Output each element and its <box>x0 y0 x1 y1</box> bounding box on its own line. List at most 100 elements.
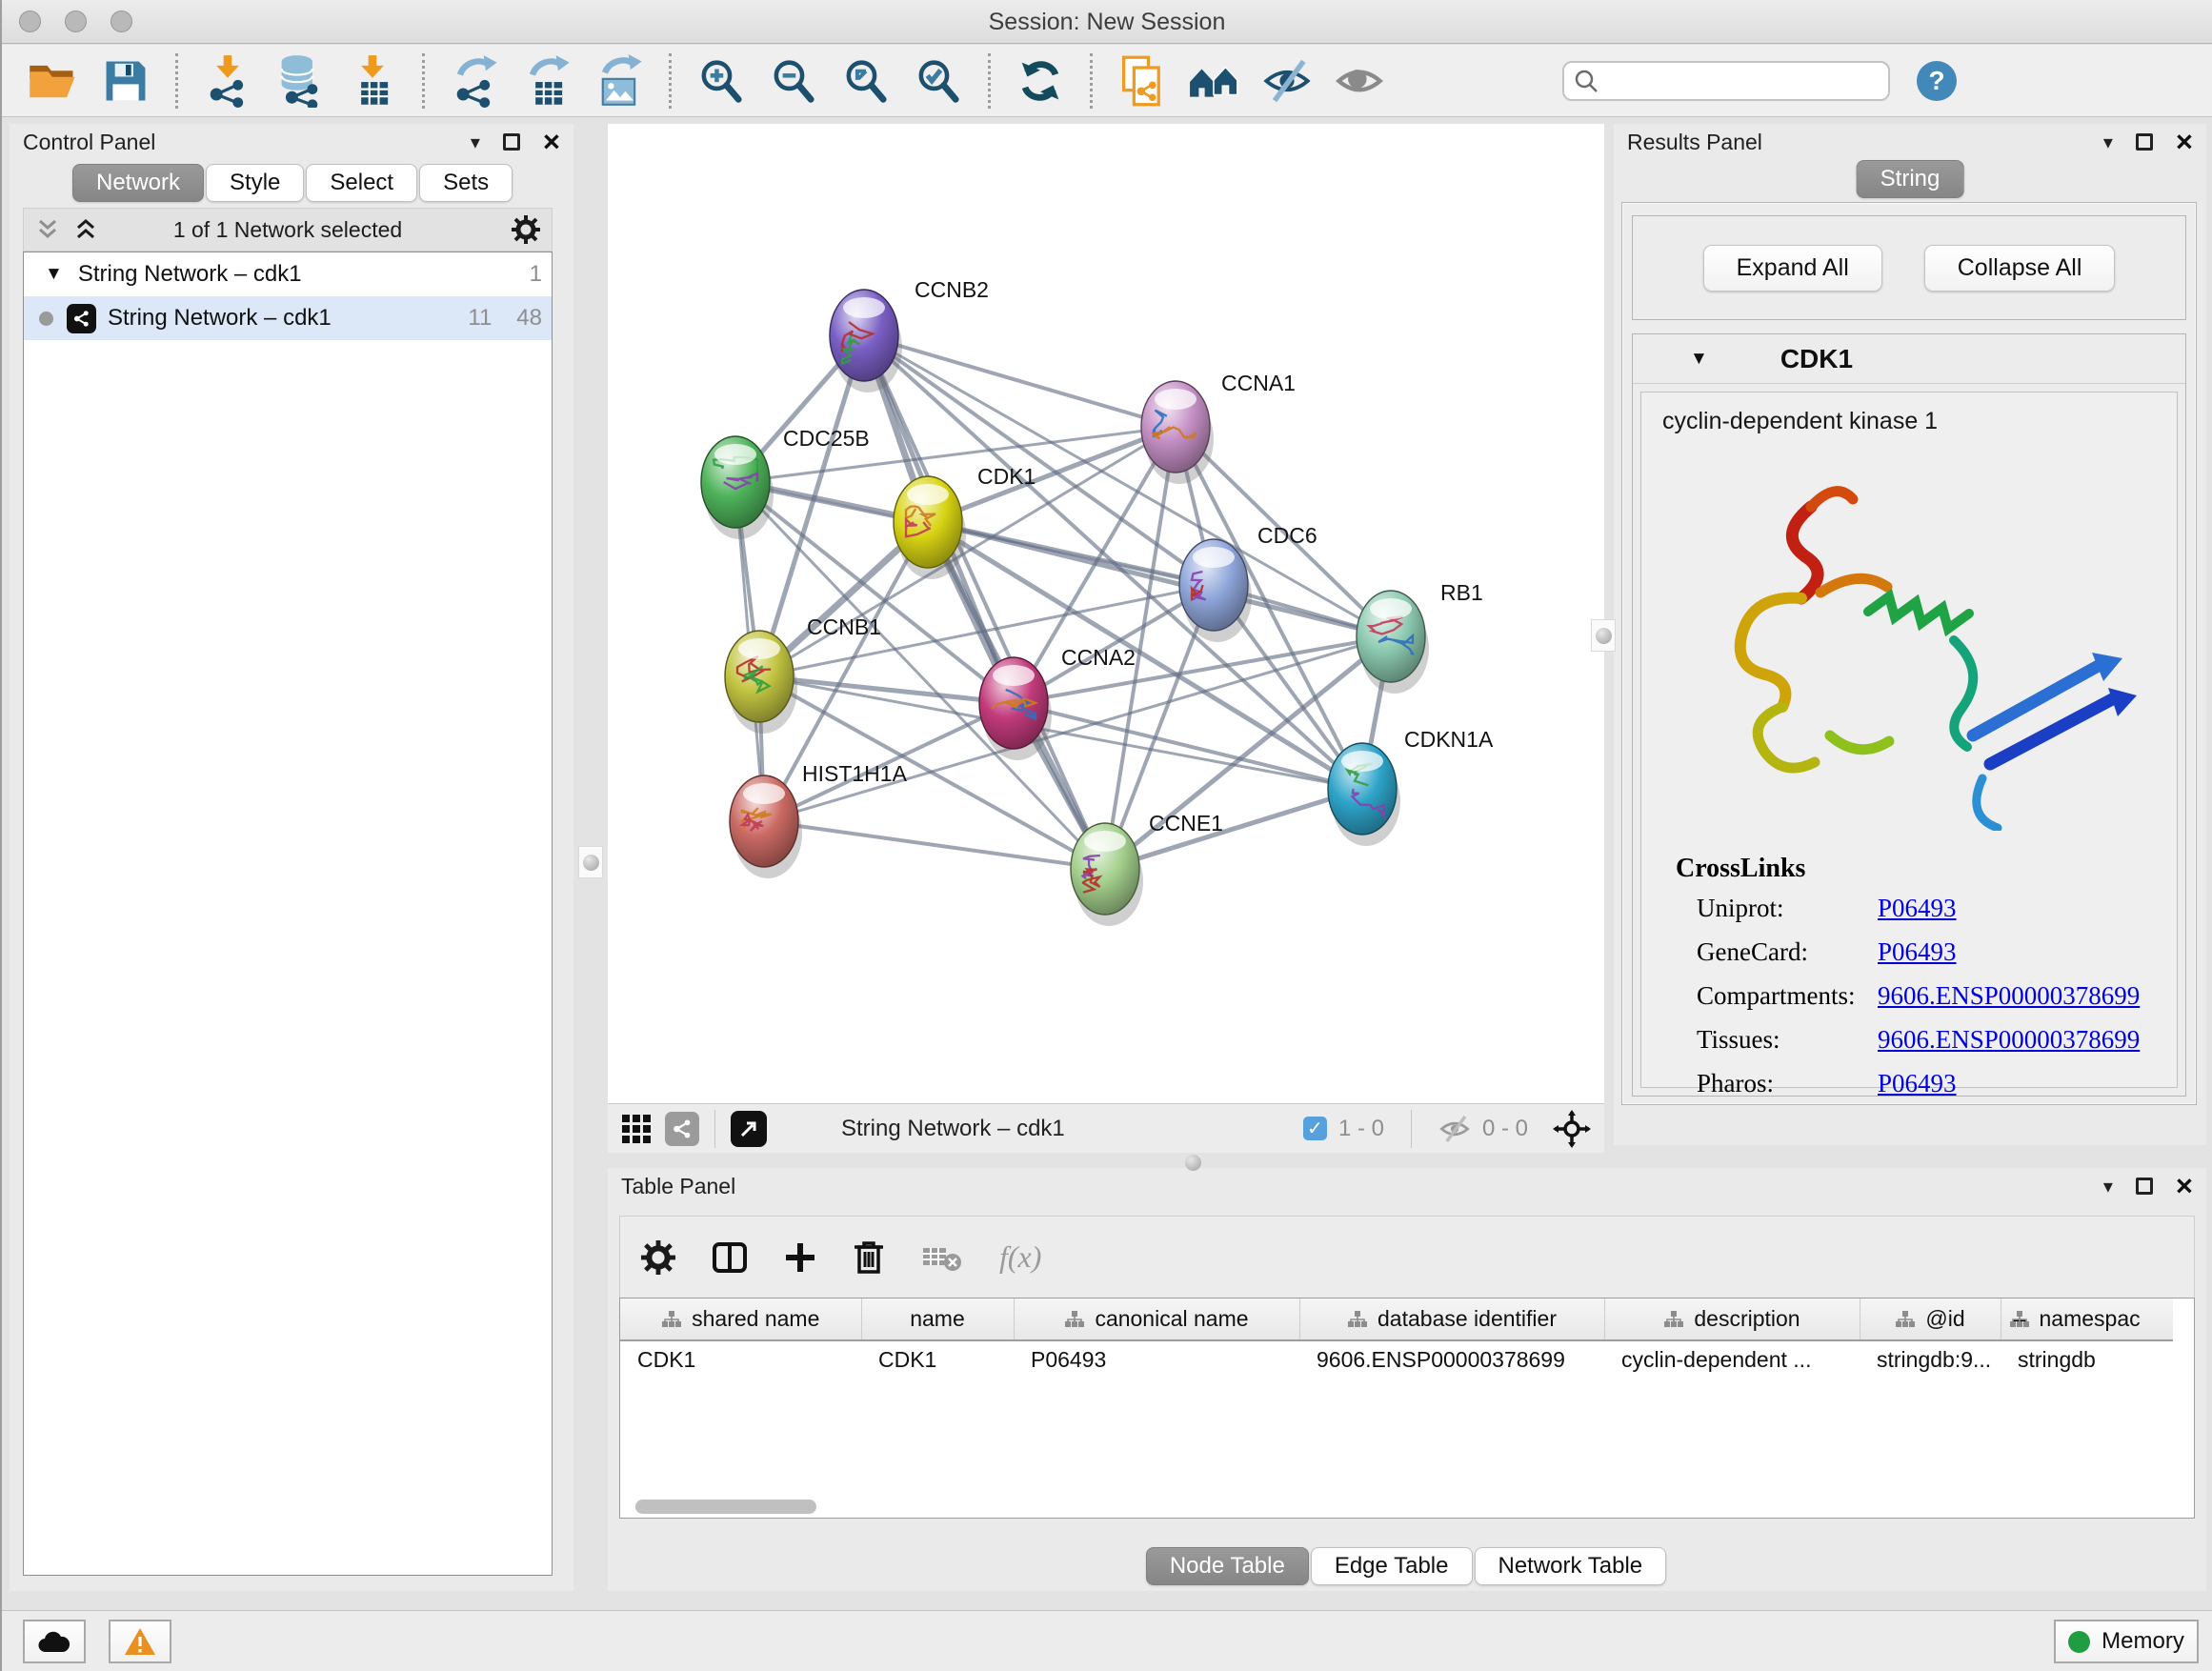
col-description[interactable]: description <box>1604 1299 1860 1340</box>
export-network-button[interactable] <box>445 51 504 111</box>
save-session-button[interactable] <box>96 51 155 111</box>
collection-count: 1 <box>530 261 542 288</box>
network-edge-CCNB2-CCNA1[interactable] <box>864 335 1176 427</box>
cell-shared-name[interactable]: CDK1 <box>620 1340 861 1379</box>
cell-id[interactable]: stringdb:9... <box>1860 1340 2001 1379</box>
cell-namespace[interactable]: stringdb <box>2001 1340 2173 1379</box>
grid-view-icon[interactable] <box>621 1114 652 1144</box>
panel-menu-icon[interactable]: ▾ <box>2103 1175 2113 1198</box>
panel-menu-icon[interactable]: ▾ <box>2103 131 2113 154</box>
left-splitter-handle[interactable] <box>578 846 603 878</box>
network-canvas[interactable]: CCNB2CCNA1CDC25BCDK1CDC6RB1CCNB1CCNA2CDK… <box>608 124 1604 1103</box>
tab-network[interactable]: Network <box>72 164 204 202</box>
tab-edge-table[interactable]: Edge Table <box>1311 1547 1473 1585</box>
export-image-button[interactable] <box>590 51 649 111</box>
cell-database-identifier[interactable]: 9606.ENSP00000378699 <box>1299 1340 1604 1379</box>
tree-expander-icon[interactable]: ▼ <box>45 264 63 285</box>
table-row[interactable]: CDK1 CDK1 P06493 9606.ENSP00000378699 cy… <box>620 1340 2173 1379</box>
panel-float-icon[interactable] <box>2136 133 2153 151</box>
minimize-window-button[interactable] <box>65 10 87 32</box>
refresh-layout-button[interactable] <box>1011 51 1070 111</box>
panel-menu-icon[interactable]: ▾ <box>471 131 480 154</box>
import-network-database-button[interactable] <box>271 51 330 111</box>
panel-close-icon[interactable]: × <box>2176 133 2193 151</box>
first-neighbors-button[interactable] <box>1185 51 1244 111</box>
network-node-CCNE1[interactable]: CCNE1 <box>1071 811 1223 926</box>
detach-view-icon[interactable] <box>731 1111 767 1147</box>
network-node-RB1[interactable]: RB1 <box>1357 580 1483 694</box>
cloud-status-button[interactable] <box>23 1620 86 1663</box>
memory-button[interactable]: Memory <box>2054 1620 2199 1663</box>
crosslink-tissues[interactable]: 9606.ENSP00000378699 <box>1878 1025 2140 1055</box>
crosslinks-title: CrossLinks <box>1676 854 1805 884</box>
network-edge-CCNE1-HIST1H1A[interactable] <box>764 821 1105 869</box>
crosslink-compartments[interactable]: 9606.ENSP00000378699 <box>1878 981 2140 1011</box>
network-list-toolbar: 1 of 1 Network selected <box>23 208 553 252</box>
help-button[interactable]: ? <box>1917 61 1957 101</box>
open-session-button[interactable] <box>24 51 83 111</box>
collapse-all-button[interactable]: Collapse All <box>1924 245 2116 292</box>
cell-description[interactable]: cyclin-dependent ... <box>1604 1340 1860 1379</box>
tab-node-table[interactable]: Node Table <box>1146 1547 1309 1585</box>
pan-crosshair-icon[interactable] <box>1553 1110 1591 1148</box>
col-name[interactable]: name <box>861 1299 1014 1340</box>
add-column-icon[interactable] <box>784 1241 816 1274</box>
network-edge-CDKN1A-CCNE1[interactable] <box>1105 789 1362 869</box>
expand-all-button[interactable]: Expand All <box>1703 245 1882 292</box>
panel-close-icon[interactable]: × <box>2176 1178 2193 1195</box>
horizontal-splitter-handle[interactable] <box>1185 1155 1201 1171</box>
col-namespace[interactable]: namespac <box>2001 1299 2173 1340</box>
zoom-in-button[interactable] <box>692 51 751 111</box>
col-id[interactable]: @id <box>1860 1299 2001 1340</box>
network-row-selected[interactable]: String Network – cdk1 11 48 <box>24 296 552 340</box>
zoom-out-button[interactable] <box>764 51 823 111</box>
tab-string[interactable]: String <box>1857 160 1964 198</box>
current-network-title: String Network – cdk1 <box>841 1116 1065 1142</box>
function-builder-icon[interactable]: f(x) <box>999 1239 1041 1275</box>
tab-select[interactable]: Select <box>306 164 417 202</box>
tab-sets[interactable]: Sets <box>419 164 513 202</box>
maximize-window-button[interactable] <box>111 10 132 32</box>
table-type-tabs: Node Table Edge Table Network Table <box>608 1547 2206 1585</box>
crosslink-uniprot[interactable]: P06493 <box>1878 894 1957 923</box>
hide-selected-button[interactable] <box>1257 51 1317 111</box>
tab-style[interactable]: Style <box>206 164 304 202</box>
delete-table-icon[interactable] <box>921 1242 963 1273</box>
warning-button[interactable] <box>109 1620 171 1663</box>
cell-canonical-name[interactable]: P06493 <box>1014 1340 1299 1379</box>
cell-name[interactable]: CDK1 <box>861 1340 1014 1379</box>
show-columns-icon[interactable] <box>712 1241 748 1274</box>
panel-close-icon[interactable]: × <box>543 133 560 151</box>
delete-column-icon[interactable] <box>853 1239 885 1276</box>
column-type-icon <box>1663 1310 1684 1329</box>
gear-icon[interactable] <box>641 1240 675 1275</box>
network-share-icon[interactable] <box>665 1112 699 1146</box>
show-all-button[interactable] <box>1330 51 1389 111</box>
network-edge-CCNB2-CCNE1[interactable] <box>864 335 1105 869</box>
crosslink-genecard[interactable]: P06493 <box>1878 937 1957 967</box>
import-table-button[interactable] <box>343 51 402 111</box>
selected-checkbox-icon[interactable]: ✓ <box>1303 1117 1327 1140</box>
import-network-file-button[interactable] <box>198 51 257 111</box>
col-shared-name[interactable]: shared name <box>620 1299 861 1340</box>
zoom-fit-button[interactable] <box>836 51 895 111</box>
node-label-CDC6: CDC6 <box>1257 523 1317 548</box>
network-node-CDKN1A[interactable]: CDKN1A <box>1328 727 1494 846</box>
panel-float-icon[interactable] <box>2136 1178 2153 1195</box>
horizontal-scrollbar[interactable] <box>635 1500 816 1514</box>
close-window-button[interactable] <box>19 10 41 32</box>
right-splitter-handle[interactable] <box>1591 619 1616 652</box>
network-collection-row[interactable]: ▼ String Network – cdk1 1 <box>24 252 552 296</box>
zoom-selected-button[interactable] <box>909 51 968 111</box>
col-canonical-name[interactable]: canonical name <box>1014 1299 1299 1340</box>
gene-section-header[interactable]: ▼ CDK1 <box>1633 334 2185 384</box>
new-network-from-selection-button[interactable] <box>1113 51 1172 111</box>
panel-float-icon[interactable] <box>503 133 520 151</box>
crosslink-pharos[interactable]: P06493 <box>1878 1069 1957 1098</box>
export-table-button[interactable] <box>517 51 576 111</box>
section-expander-icon[interactable]: ▼ <box>1690 349 1708 370</box>
tab-network-table[interactable]: Network Table <box>1475 1547 1667 1585</box>
search-input[interactable] <box>1599 68 1865 93</box>
col-database-identifier[interactable]: database identifier <box>1299 1299 1604 1340</box>
network-node-HIST1H1A[interactable]: HIST1H1A <box>730 761 908 878</box>
